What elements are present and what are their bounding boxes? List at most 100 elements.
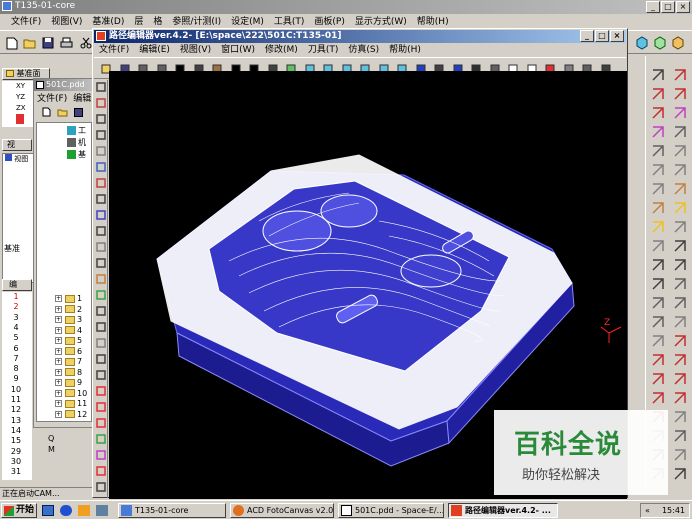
palette-tool-icon[interactable] [671, 408, 689, 426]
palette-tool-icon[interactable] [649, 180, 667, 198]
palette-tool-icon[interactable] [649, 104, 667, 122]
pdd-save-icon[interactable] [72, 106, 84, 118]
row-number[interactable]: 8 [2, 364, 30, 374]
main-menu-item-5[interactable]: 参照/计测(I) [167, 15, 226, 29]
editor-menu-item-2[interactable]: 视图(V) [175, 43, 216, 57]
editor-side-tool-icon[interactable] [94, 176, 107, 190]
row-number[interactable]: 13 [2, 416, 30, 426]
row-number[interactable]: 9 [2, 374, 30, 384]
palette-tool-icon[interactable] [671, 218, 689, 236]
tray-expand-icon[interactable]: « [645, 504, 650, 517]
task-fotocanvas[interactable]: ACD FotoCanvas v2.0 [230, 503, 334, 518]
editor-side-tool-icon[interactable] [94, 144, 107, 158]
editor-side-tool-icon[interactable] [94, 272, 107, 286]
row-number[interactable]: 12 [2, 405, 30, 415]
view-cube-icon[interactable] [634, 35, 650, 51]
palette-tool-icon[interactable] [649, 142, 667, 160]
expand-icon[interactable]: + [55, 337, 62, 344]
main-menu-item-4[interactable]: 格 [148, 15, 167, 29]
editor-menu-item-0[interactable]: 文件(F) [94, 43, 134, 57]
axis-xy[interactable]: XY [2, 81, 36, 92]
palette-tool-icon[interactable] [671, 332, 689, 350]
palette-tool-icon[interactable] [671, 446, 689, 464]
pdd-new-icon[interactable] [40, 106, 52, 118]
row-number[interactable]: 10 [2, 385, 30, 395]
main-menu-item-10[interactable]: 帮助(H) [412, 15, 454, 29]
palette-tool-icon[interactable] [649, 389, 667, 407]
editor-side-tool-icon[interactable] [94, 208, 107, 222]
print-icon[interactable] [58, 35, 74, 51]
palette-tool-icon[interactable] [671, 427, 689, 445]
palette-tool-icon[interactable] [671, 66, 689, 84]
palette-tool-icon[interactable] [649, 351, 667, 369]
editor-side-tool-icon[interactable] [94, 304, 107, 318]
palette-tool-icon[interactable] [649, 256, 667, 274]
palette-tool-icon[interactable] [649, 237, 667, 255]
expand-icon[interactable]: + [55, 316, 62, 323]
tree-folder-item[interactable]: +12 [37, 409, 87, 421]
new-file-icon[interactable] [4, 35, 20, 51]
save-icon[interactable] [40, 35, 56, 51]
editor-side-tool-icon[interactable] [94, 400, 107, 414]
editor-side-tool-icon[interactable] [94, 96, 107, 110]
palette-tool-icon[interactable] [649, 85, 667, 103]
row-number[interactable]: 5 [2, 333, 30, 343]
row-number[interactable]: 11 [2, 395, 30, 405]
expand-icon[interactable]: + [55, 368, 62, 376]
editor-side-tool-icon[interactable] [94, 288, 107, 302]
palette-tool-icon[interactable] [671, 104, 689, 122]
expand-icon[interactable]: + [55, 400, 62, 407]
media-icon[interactable] [96, 505, 108, 516]
main-menu-item-8[interactable]: 画板(P) [309, 15, 349, 29]
editor-side-tool-icon[interactable] [94, 464, 107, 478]
palette-tool-icon[interactable] [671, 351, 689, 369]
editor-side-tool-icon[interactable] [94, 480, 107, 494]
palette-tool-icon[interactable] [649, 218, 667, 236]
minimize-icon[interactable]: _ [646, 1, 660, 13]
editor-side-tool-icon[interactable] [94, 352, 107, 366]
view-front-icon[interactable] [652, 35, 668, 51]
editor-side-tool-icon[interactable] [94, 320, 107, 334]
mail-icon[interactable] [78, 505, 90, 516]
row-number[interactable]: 3 [2, 313, 30, 323]
task-path-editor[interactable]: 路径编辑器ver.4.2- ... [448, 503, 558, 518]
row-number[interactable]: 6 [2, 344, 30, 354]
editor-side-tool-icon[interactable] [94, 448, 107, 462]
main-menu-item-6[interactable]: 设定(M) [226, 15, 269, 29]
expand-icon[interactable]: + [55, 295, 62, 302]
expand-icon[interactable]: + [55, 305, 62, 313]
palette-tool-icon[interactable] [671, 237, 689, 255]
row-number[interactable]: 29 [2, 447, 30, 457]
palette-tool-icon[interactable] [649, 199, 667, 217]
view-tree-item[interactable]: 视图 [3, 154, 35, 165]
editor-close-icon[interactable]: × [610, 30, 624, 42]
editor-menu-item-6[interactable]: 仿真(S) [343, 43, 384, 57]
pdd-open-icon[interactable] [56, 106, 68, 118]
palette-tool-icon[interactable] [671, 85, 689, 103]
row-number[interactable]: 14 [2, 426, 30, 436]
row-number[interactable]: 2 [2, 302, 30, 312]
row-number[interactable]: 4 [2, 323, 30, 333]
view-side-icon[interactable] [670, 35, 686, 51]
palette-tool-icon[interactable] [671, 465, 689, 483]
palette-tool-icon[interactable] [671, 123, 689, 141]
main-menu-item-0[interactable]: 文件(F) [6, 15, 46, 29]
tree-item-work[interactable]: 工 [37, 125, 86, 137]
palette-tool-icon[interactable] [649, 313, 667, 331]
editor-side-tool-icon[interactable] [94, 112, 107, 126]
main-menu-item-7[interactable]: 工具(T) [269, 15, 310, 29]
editor-minimize-icon[interactable]: _ [580, 30, 594, 42]
palette-tool-icon[interactable] [671, 161, 689, 179]
editor-side-tool-icon[interactable] [94, 432, 107, 446]
editor-side-tool-icon[interactable] [94, 256, 107, 270]
expand-icon[interactable]: + [55, 410, 62, 418]
palette-tool-icon[interactable] [649, 294, 667, 312]
pdd-menu-file[interactable]: 文件(F) [34, 92, 70, 106]
editor-menu-item-4[interactable]: 修改(M) [260, 43, 303, 57]
task-core[interactable]: T135-01-core [118, 503, 226, 518]
palette-tool-icon[interactable] [671, 256, 689, 274]
palette-tool-icon[interactable] [649, 332, 667, 350]
row-number[interactable]: 30 [2, 457, 30, 467]
editor-maximize-icon[interactable]: □ [595, 30, 609, 42]
open-folder-icon[interactable] [22, 35, 38, 51]
